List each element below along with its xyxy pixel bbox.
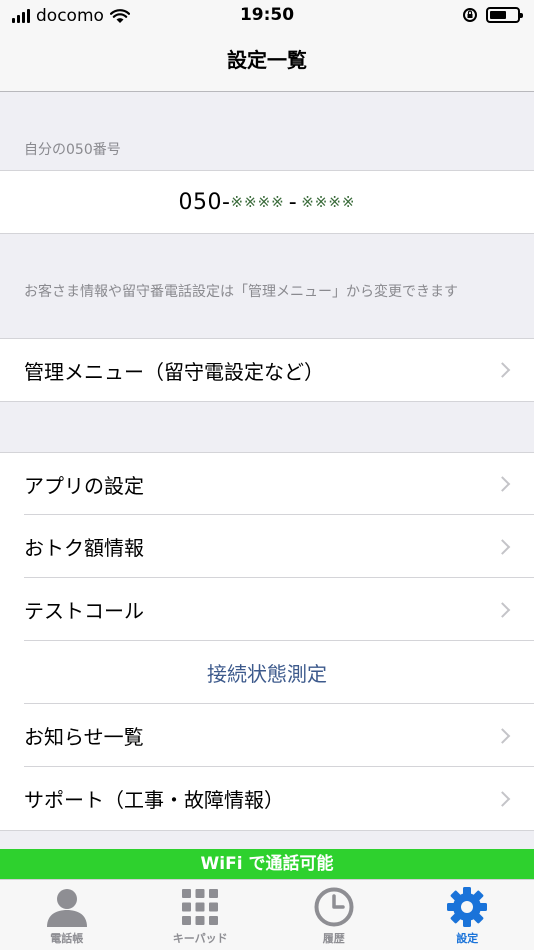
chevron-right-icon — [494, 362, 511, 378]
tab-label: 設定 — [456, 932, 479, 945]
battery-icon — [486, 7, 523, 23]
status-bar: docomo 19:50 — [0, 0, 534, 32]
chevron-right-icon — [494, 601, 511, 618]
tab-label: 履歴 — [322, 932, 345, 945]
notices-item[interactable]: お知らせ一覧 — [0, 704, 534, 767]
notices-label: お知らせ一覧 — [24, 725, 144, 749]
tab-settings[interactable]: 設定 — [401, 880, 534, 950]
status-right — [462, 7, 523, 23]
chevron-right-icon — [494, 727, 511, 744]
wifi-status-banner: WiFi で通話可能 — [0, 849, 534, 879]
connection-test-label: 接続状態測定 — [207, 662, 327, 686]
tab-keypad[interactable]: キーパッド — [134, 880, 268, 950]
admin-menu-item[interactable]: 管理メニュー（留守電設定など） — [0, 338, 534, 402]
phone-number-cell: 050- ※※※※ - ※※※※ — [0, 170, 534, 234]
connection-test-button[interactable]: 接続状態測定 — [0, 641, 534, 704]
contacts-icon — [45, 886, 89, 928]
gear-icon — [445, 886, 489, 928]
page-title: 設定一覧 — [0, 32, 534, 92]
phone-number-masked-2: ※※※※ — [301, 193, 356, 211]
phone-number-masked-1: ※※※※ — [230, 193, 285, 211]
admin-note: お客さま情報や留守番電話設定は「管理メニュー」から変更できます — [24, 284, 458, 300]
phone-number-prefix: 050- — [178, 189, 231, 215]
app-settings-label: アプリの設定 — [24, 473, 144, 498]
chevron-right-icon — [494, 790, 511, 807]
rotation-lock-icon — [463, 8, 477, 22]
tab-label: 電話帳 — [50, 932, 84, 945]
phone-number-dash: - — [288, 189, 298, 215]
test-call-item[interactable]: テストコール — [0, 578, 534, 641]
support-item[interactable]: サポート（工事・故障情報） — [0, 767, 534, 831]
test-call-label: テストコール — [24, 599, 144, 623]
admin-menu-label: 管理メニュー（留守電設定など） — [24, 359, 324, 384]
clock-icon — [312, 886, 356, 928]
discount-info-label: おトク額情報 — [24, 536, 144, 560]
tab-label: キーパッド — [172, 932, 228, 945]
tab-history[interactable]: 履歴 — [267, 880, 401, 950]
keypad-icon — [178, 886, 222, 928]
app-settings-item[interactable]: アプリの設定 — [0, 452, 534, 515]
number-section-label: 自分の050番号 — [24, 142, 121, 158]
discount-info-item[interactable]: おトク額情報 — [0, 515, 534, 578]
tab-contacts[interactable]: 電話帳 — [0, 880, 134, 950]
chevron-right-icon — [494, 538, 511, 555]
tab-bar: 電話帳 キーパッド 履歴 設定 — [0, 879, 534, 950]
chevron-right-icon — [494, 476, 511, 492]
status-time: 19:50 — [239, 5, 295, 25]
support-label: サポート（工事・故障情報） — [24, 788, 284, 812]
